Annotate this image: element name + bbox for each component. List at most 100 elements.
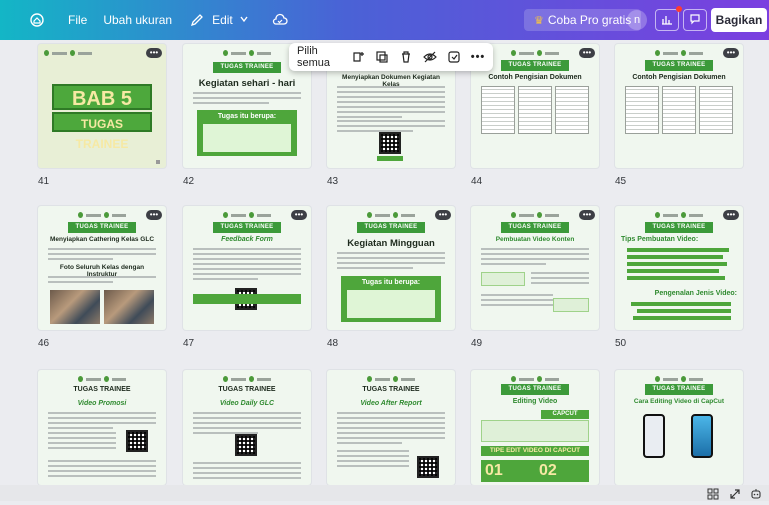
page-more-button[interactable]: •••	[723, 48, 739, 58]
video-type-item	[637, 309, 731, 313]
video-type-item	[631, 302, 731, 306]
page-number: 47	[183, 338, 195, 349]
page-number: 42	[183, 176, 195, 187]
page-more-button[interactable]: •••	[723, 210, 739, 220]
comment-add-icon[interactable]	[447, 50, 461, 64]
page-title: Pembuatan Video Konten	[495, 236, 575, 243]
page-number: 43	[327, 176, 339, 187]
qr-caption	[377, 156, 403, 161]
university-logo	[511, 375, 559, 383]
pencil-icon	[188, 11, 206, 29]
class-photo	[50, 290, 100, 324]
page-counter	[156, 160, 160, 164]
page-thumbnail-47[interactable]: ••• TUGAS TRAINEE Feedback Form	[183, 206, 311, 330]
page-thumbnail-55[interactable]: TUGAS TRAINEE Cara Editing Video di CapC…	[615, 370, 743, 485]
task-box: Tugas itu berupa:	[197, 110, 297, 156]
grid-view-icon[interactable]	[707, 487, 719, 500]
try-pro-button[interactable]: ♛ Coba Pro gratis	[524, 9, 642, 31]
university-logo	[78, 211, 126, 219]
edit-type-banner: TIPE EDIT VIDEO DI CAPCUT	[481, 446, 589, 456]
page-number: 41	[38, 176, 50, 187]
page-thumbnail-54[interactable]: TUGAS TRAINEE Editing Video CAPCUT TIPE …	[471, 370, 599, 485]
body-text	[193, 248, 301, 283]
edit-menu[interactable]: Edit	[180, 0, 257, 40]
edit-menu-label: Edit	[212, 13, 233, 27]
document-table	[555, 86, 589, 134]
page-ribbon: TUGAS TRAINEE	[501, 222, 569, 233]
avatar[interactable]: n	[627, 10, 647, 30]
page-title: Contoh Pengisian Dokumen	[632, 74, 726, 81]
resize-menu-label: Ubah ukuran	[103, 13, 173, 27]
share-button[interactable]: Bagikan	[711, 8, 767, 32]
page-more-button[interactable]: •••	[435, 210, 451, 220]
page-thumbnail-41[interactable]: ••• BAB 5 TUGAS TRAINEE	[38, 44, 166, 168]
page-thumbnail-52[interactable]: TUGAS TRAINEE Video Daily GLC	[183, 370, 311, 485]
comments-button[interactable]	[683, 9, 707, 31]
file-menu-label: File	[68, 13, 88, 27]
page-more-button[interactable]: •••	[579, 210, 595, 220]
body-text	[337, 450, 409, 470]
body-text	[48, 460, 156, 480]
document-table	[481, 86, 515, 134]
qr-code	[379, 132, 401, 154]
fullscreen-icon[interactable]	[729, 487, 741, 499]
page-ribbon-text: TUGAS TRAINEE	[362, 386, 420, 393]
assistant-icon[interactable]	[750, 487, 762, 499]
page-more-button[interactable]: •••	[146, 48, 162, 58]
duplicate-icon[interactable]	[375, 50, 389, 64]
document-table	[625, 86, 659, 134]
page-title: BAB 5	[52, 84, 152, 110]
page-thumbnail-46[interactable]: ••• TUGAS TRAINEE Menyiapkan Cathering K…	[38, 206, 166, 330]
hide-icon[interactable]	[423, 50, 437, 64]
body-text	[481, 248, 589, 268]
info-box	[481, 420, 589, 442]
body-text	[48, 248, 156, 263]
phone-screenshot	[691, 414, 713, 458]
video-type-item	[633, 316, 731, 320]
task-box: Tugas itu berupa:	[341, 276, 441, 322]
qr-code	[417, 456, 439, 478]
page-title: Kegiatan Mingguan	[347, 238, 435, 249]
page-ribbon: TUGAS TRAINEE	[645, 222, 713, 233]
page-thumbnail-48[interactable]: ••• TUGAS TRAINEE Kegiatan Mingguan Tuga…	[327, 206, 455, 330]
tip-item	[627, 248, 729, 252]
insights-button[interactable]	[655, 9, 679, 31]
feedback-link-bar	[193, 294, 301, 304]
page-number: 44	[471, 176, 483, 187]
document-table	[518, 86, 552, 134]
document-table	[699, 86, 733, 134]
page-thumbnail-53[interactable]: TUGAS TRAINEE Video After Report	[327, 370, 455, 485]
more-options-icon[interactable]: •••	[471, 50, 485, 64]
resize-menu[interactable]: Ubah ukuran	[95, 0, 180, 40]
page-ribbon: TUGAS TRAINEE	[501, 60, 569, 71]
page-more-button[interactable]: •••	[146, 210, 162, 220]
home-button[interactable]	[20, 0, 54, 40]
body-text	[48, 276, 156, 286]
trash-icon[interactable]	[399, 50, 413, 64]
page-grid: ••• BAB 5 TUGAS TRAINEE 41 ••• TUGAS TRA…	[0, 40, 769, 485]
page-ribbon: TUGAS TRAINEE	[645, 60, 713, 71]
step-number-02: 02	[539, 462, 557, 479]
task-box-title: Tugas itu berupa:	[217, 113, 277, 120]
university-logo	[78, 375, 126, 383]
task-list	[347, 290, 435, 318]
page-more-button[interactable]: •••	[291, 210, 307, 220]
university-logo	[367, 375, 415, 383]
page-title: Editing Video	[512, 398, 558, 405]
select-all-button[interactable]: Pilih semua	[297, 45, 341, 69]
university-logo	[655, 49, 703, 57]
page-ribbon: TUGAS TRAINEE	[645, 384, 713, 395]
page-more-button[interactable]: •••	[579, 48, 595, 58]
page-number: 49	[471, 338, 483, 349]
page-title: Video Promosi	[77, 400, 127, 407]
page-thumbnail-45[interactable]: ••• TUGAS TRAINEE Contoh Pengisian Dokum…	[615, 44, 743, 168]
task-list	[203, 124, 291, 152]
cloud-sync-button[interactable]	[263, 0, 297, 40]
info-box	[553, 298, 589, 312]
page-thumbnail-49[interactable]: ••• TUGAS TRAINEE Pembuatan Video Konten	[471, 206, 599, 330]
page-thumbnail-51[interactable]: TUGAS TRAINEE Video Promosi	[38, 370, 166, 485]
page-thumbnail-50[interactable]: ••• TUGAS TRAINEE Tips Pembuatan Video: …	[615, 206, 743, 330]
try-pro-label: Coba Pro gratis	[547, 13, 632, 27]
add-page-icon[interactable]	[351, 50, 365, 64]
file-menu[interactable]: File	[60, 0, 95, 40]
